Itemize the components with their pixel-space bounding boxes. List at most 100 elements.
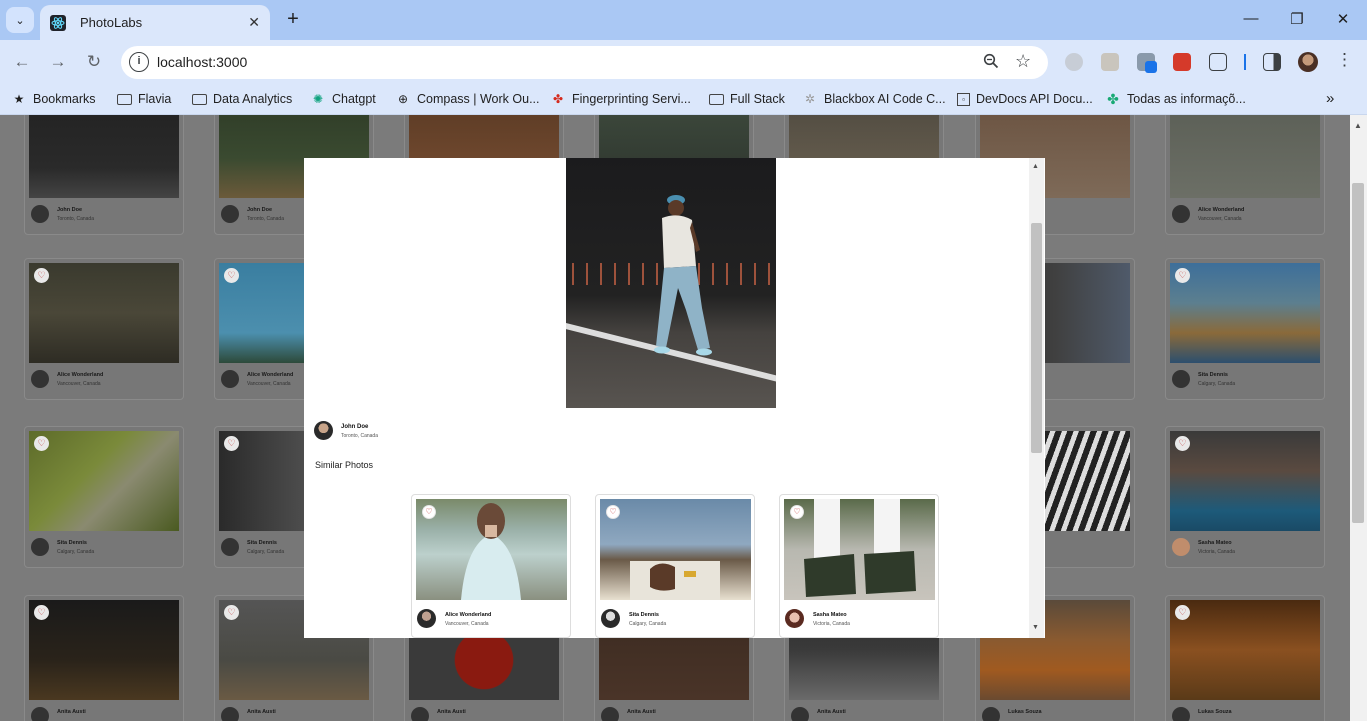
photo[interactable] — [29, 115, 179, 198]
photo-card[interactable]: ♡ Alice Wonderland Vancouver, Canada — [24, 258, 184, 400]
photographer-location: Calgary, Canada — [57, 549, 95, 555]
page-scrollbar[interactable]: ▲ — [1350, 115, 1367, 721]
avatar — [417, 609, 436, 628]
extensions-puzzle-icon[interactable] — [1209, 53, 1227, 71]
tab-strip: ⌄ PhotoLabs ✕ + — ❐ ✕ — [0, 0, 1367, 40]
photo[interactable] — [1170, 431, 1320, 531]
photographer-name: Sasha Mateo — [813, 612, 847, 618]
new-tab-button[interactable]: + — [282, 8, 304, 30]
heart-icon[interactable]: ♡ — [422, 505, 436, 519]
restore-button[interactable]: ❐ — [1287, 10, 1307, 28]
profile-avatar[interactable] — [1298, 52, 1318, 72]
heart-icon[interactable]: ♡ — [34, 436, 49, 451]
url-text[interactable]: localhost:3000 — [157, 54, 247, 70]
heart-icon[interactable]: ♡ — [224, 605, 239, 620]
heart-icon[interactable]: ♡ — [224, 436, 239, 451]
similar-photo-card[interactable]: ♡ Alice Wonderland Vancouver, Canada — [411, 494, 571, 638]
forward-button[interactable]: → — [48, 52, 68, 72]
avatar — [601, 707, 619, 721]
bookmark-item[interactable]: ✤ Todas as informaçõ... — [1105, 90, 1246, 107]
bookmark-item[interactable]: ✺ Chatgpt — [310, 92, 376, 106]
photo[interactable] — [1170, 263, 1320, 363]
heart-icon[interactable]: ♡ — [224, 268, 239, 283]
scroll-up-arrow-icon[interactable]: ▲ — [1032, 163, 1039, 170]
heart-icon[interactable]: ♡ — [34, 605, 49, 620]
bookmark-item[interactable]: ⊕ Compass | Work Ou... — [395, 92, 540, 106]
blackbox-icon: ✲ — [804, 92, 816, 106]
bookmark-star-icon[interactable]: ☆ — [1015, 51, 1031, 72]
photo[interactable] — [784, 499, 935, 600]
red-extension-icon[interactable] — [1173, 53, 1191, 71]
clover-icon: ✤ — [1107, 90, 1119, 107]
heart-icon[interactable]: ♡ — [606, 505, 620, 519]
photographer-name: Lukas Souza — [1008, 709, 1042, 715]
heart-icon[interactable]: ♡ — [1175, 436, 1190, 451]
modal-scrollbar-thumb[interactable] — [1031, 223, 1042, 453]
photo-subject — [654, 195, 712, 356]
similar-photo-card[interactable]: ♡ Sita Dennis Calgary, Canada — [595, 494, 755, 638]
bookmark-item[interactable]: Data Analytics — [191, 92, 292, 106]
avatar — [221, 205, 239, 223]
scroll-up-arrow-icon[interactable]: ▲ — [1354, 121, 1362, 130]
heart-icon[interactable]: ♡ — [1175, 268, 1190, 283]
photographer-location: Calgary, Canada — [629, 621, 667, 627]
zoom-icon[interactable] — [983, 53, 999, 74]
bookmark-item[interactable]: ✲ Blackbox AI Code C... — [802, 92, 946, 106]
photo-card[interactable]: ♡ Sasha Mateo Victoria, Canada — [1165, 426, 1325, 568]
selected-photo[interactable] — [566, 158, 776, 408]
heart-icon[interactable]: ♡ — [34, 268, 49, 283]
close-tab-icon[interactable]: ✕ — [248, 14, 260, 31]
avatar — [314, 421, 333, 440]
photo[interactable] — [29, 263, 179, 363]
avatar — [1172, 538, 1190, 556]
tab-photolabs[interactable]: PhotoLabs ✕ — [40, 5, 270, 40]
heart-icon[interactable]: ♡ — [790, 505, 804, 519]
site-info-icon[interactable]: i — [129, 52, 149, 72]
page-scrollbar-thumb[interactable] — [1352, 183, 1364, 523]
browser-toolbar: ← → ↻ i localhost:3000 ☆ ⋮ — [0, 40, 1367, 85]
photo[interactable] — [1170, 115, 1320, 198]
tab-search-button[interactable]: ⌄ — [6, 7, 34, 33]
photo[interactable] — [29, 600, 179, 700]
settings-extension-icon[interactable] — [1137, 53, 1157, 73]
photo-card[interactable]: ♡ Anita Austi — [24, 595, 184, 721]
bookmark-item[interactable]: ▫ DevDocs API Docu... — [957, 92, 1093, 106]
close-window-button[interactable]: ✕ — [1333, 10, 1353, 28]
menu-kebab-icon[interactable]: ⋮ — [1336, 50, 1353, 70]
photo-card[interactable]: Alice Wonderland Vancouver, Canada — [1165, 115, 1325, 235]
bookmark-item[interactable]: ★ Bookmarks — [11, 92, 96, 106]
avatar — [31, 538, 49, 556]
photo-card[interactable]: John Doe Toronto, Canada — [24, 115, 184, 235]
photographer-name: Anita Austi — [437, 709, 466, 715]
extension-icon[interactable] — [1101, 53, 1119, 71]
minimize-button[interactable]: — — [1241, 10, 1261, 27]
bookmark-item[interactable]: Full Stack — [708, 92, 785, 106]
modal-scrollbar[interactable]: ▲ ▼ — [1029, 158, 1044, 638]
author-location: Toronto, Canada — [341, 433, 378, 439]
back-button[interactable]: ← — [12, 52, 32, 72]
photo[interactable] — [29, 431, 179, 531]
similar-photo-card[interactable]: ♡ Sasha Mateo Victoria, Canada — [779, 494, 939, 638]
photographer-name: Alice Wonderland — [445, 612, 492, 618]
photo[interactable] — [1170, 600, 1320, 700]
photographer-name: Sasha Mateo — [1198, 540, 1232, 546]
avatar — [1172, 707, 1190, 721]
tab-title: PhotoLabs — [80, 15, 143, 30]
photographer-name: Sita Dennis — [247, 540, 277, 546]
address-bar[interactable]: i localhost:3000 ☆ — [121, 46, 1048, 79]
photo[interactable] — [416, 499, 567, 600]
photo[interactable] — [600, 499, 751, 600]
heart-icon[interactable]: ♡ — [1175, 605, 1190, 620]
side-panel-icon[interactable] — [1263, 53, 1281, 71]
chatgpt-icon: ✺ — [312, 92, 324, 106]
devdocs-icon: ▫ — [957, 92, 970, 106]
photo-card[interactable]: ♡ Sita Dennis Calgary, Canada — [1165, 258, 1325, 400]
more-bookmarks-icon[interactable]: » — [1326, 90, 1334, 107]
reload-button[interactable]: ↻ — [84, 52, 104, 72]
photo-card[interactable]: ♡ Sita Dennis Calgary, Canada — [24, 426, 184, 568]
grammarly-extension-icon[interactable] — [1065, 53, 1083, 71]
scroll-down-arrow-icon[interactable]: ▼ — [1032, 624, 1039, 631]
photo-card[interactable]: ♡ Lukas Souza — [1165, 595, 1325, 721]
bookmark-item[interactable]: ✤ Fingerprinting Servi... — [550, 92, 691, 106]
bookmark-item[interactable]: Flavia — [116, 92, 171, 106]
